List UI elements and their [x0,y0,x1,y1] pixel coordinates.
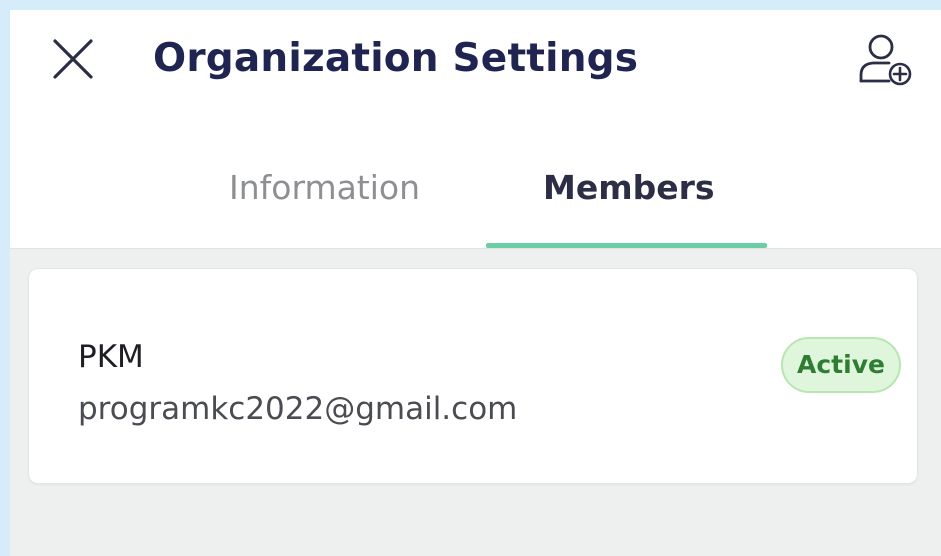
close-button[interactable] [52,38,94,80]
member-email: programkc2022@gmail.com [78,391,518,427]
add-user-icon [859,34,912,86]
tab-members[interactable]: Members [543,168,715,207]
close-icon [53,39,93,79]
header: Organization Settings Information Member… [10,10,941,249]
page-title: Organization Settings [153,36,639,81]
organization-settings-screen: Organization Settings Information Member… [10,10,941,556]
member-name: PKM [78,339,144,375]
tab-active-indicator [486,243,767,248]
tab-information[interactable]: Information [229,168,420,207]
status-badge: Active [781,337,901,393]
add-member-button[interactable] [855,30,913,88]
member-card[interactable]: PKM programkc2022@gmail.com Active [28,268,918,484]
